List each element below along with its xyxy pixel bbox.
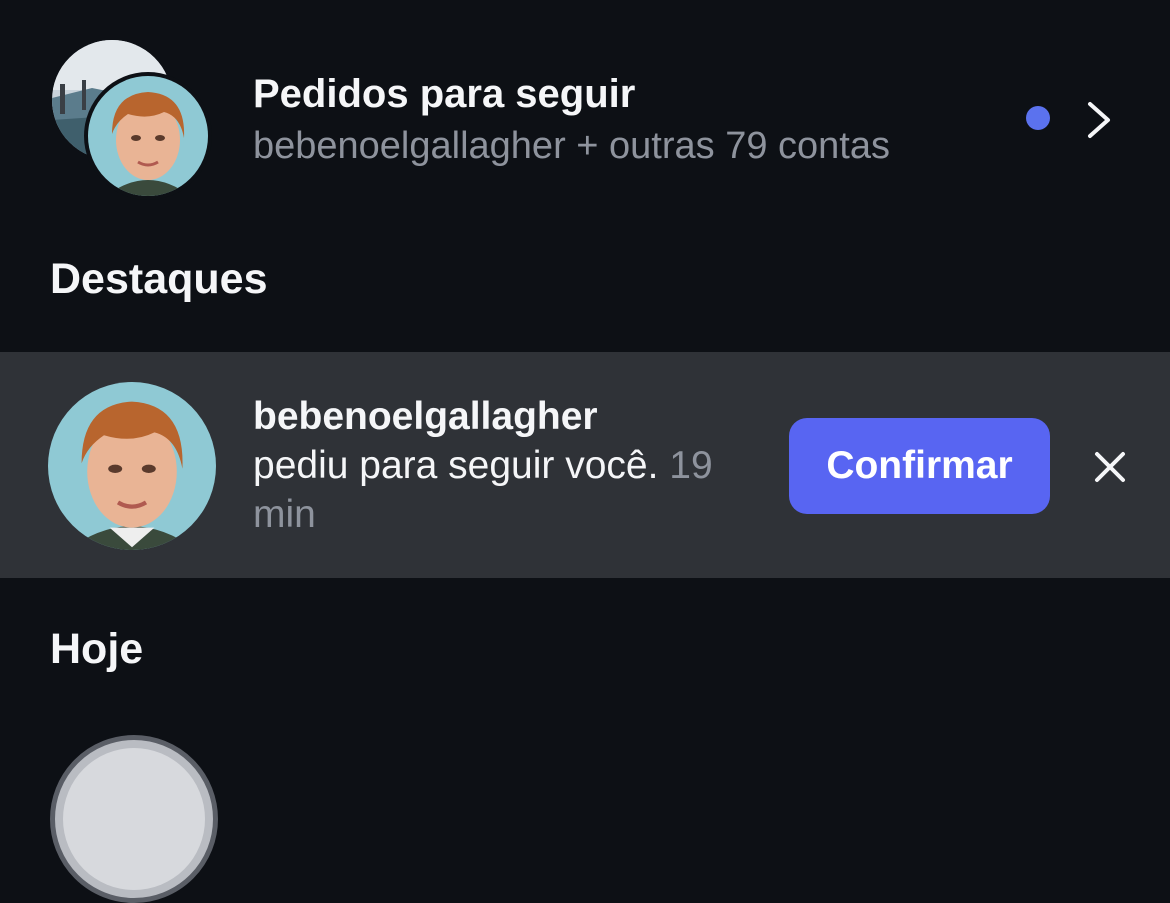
follow-requests-row[interactable]: Pedidos para seguir bebenoelgallagher + …: [0, 0, 1170, 230]
notification-text: bebenoelgallagher pediu para seguir você…: [253, 392, 753, 539]
unread-dot-icon: [1026, 106, 1050, 130]
avatar-image: [63, 748, 205, 890]
close-icon[interactable]: [1085, 442, 1135, 492]
section-heading-highlights: Destaques: [50, 255, 268, 303]
highlight-notification-card[interactable]: bebenoelgallagher pediu para seguir você…: [0, 352, 1170, 578]
follow-requests-text: Pedidos para seguir bebenoelgallagher + …: [253, 68, 890, 172]
notification-username[interactable]: bebenoelgallagher: [253, 392, 753, 441]
follow-requests-avatar-stack: [52, 40, 212, 200]
avatar[interactable]: [50, 735, 218, 903]
follow-requests-title: Pedidos para seguir: [253, 72, 636, 116]
chevron-right-icon[interactable]: [1084, 100, 1114, 140]
follow-requests-subtitle: bebenoelgallagher + outras 79 contas: [253, 125, 890, 167]
avatar[interactable]: [48, 382, 216, 550]
confirm-button[interactable]: Confirmar: [789, 418, 1050, 514]
notification-message: pediu para seguir você.: [253, 444, 659, 487]
avatar: [84, 72, 212, 200]
section-heading-today: Hoje: [50, 625, 144, 673]
